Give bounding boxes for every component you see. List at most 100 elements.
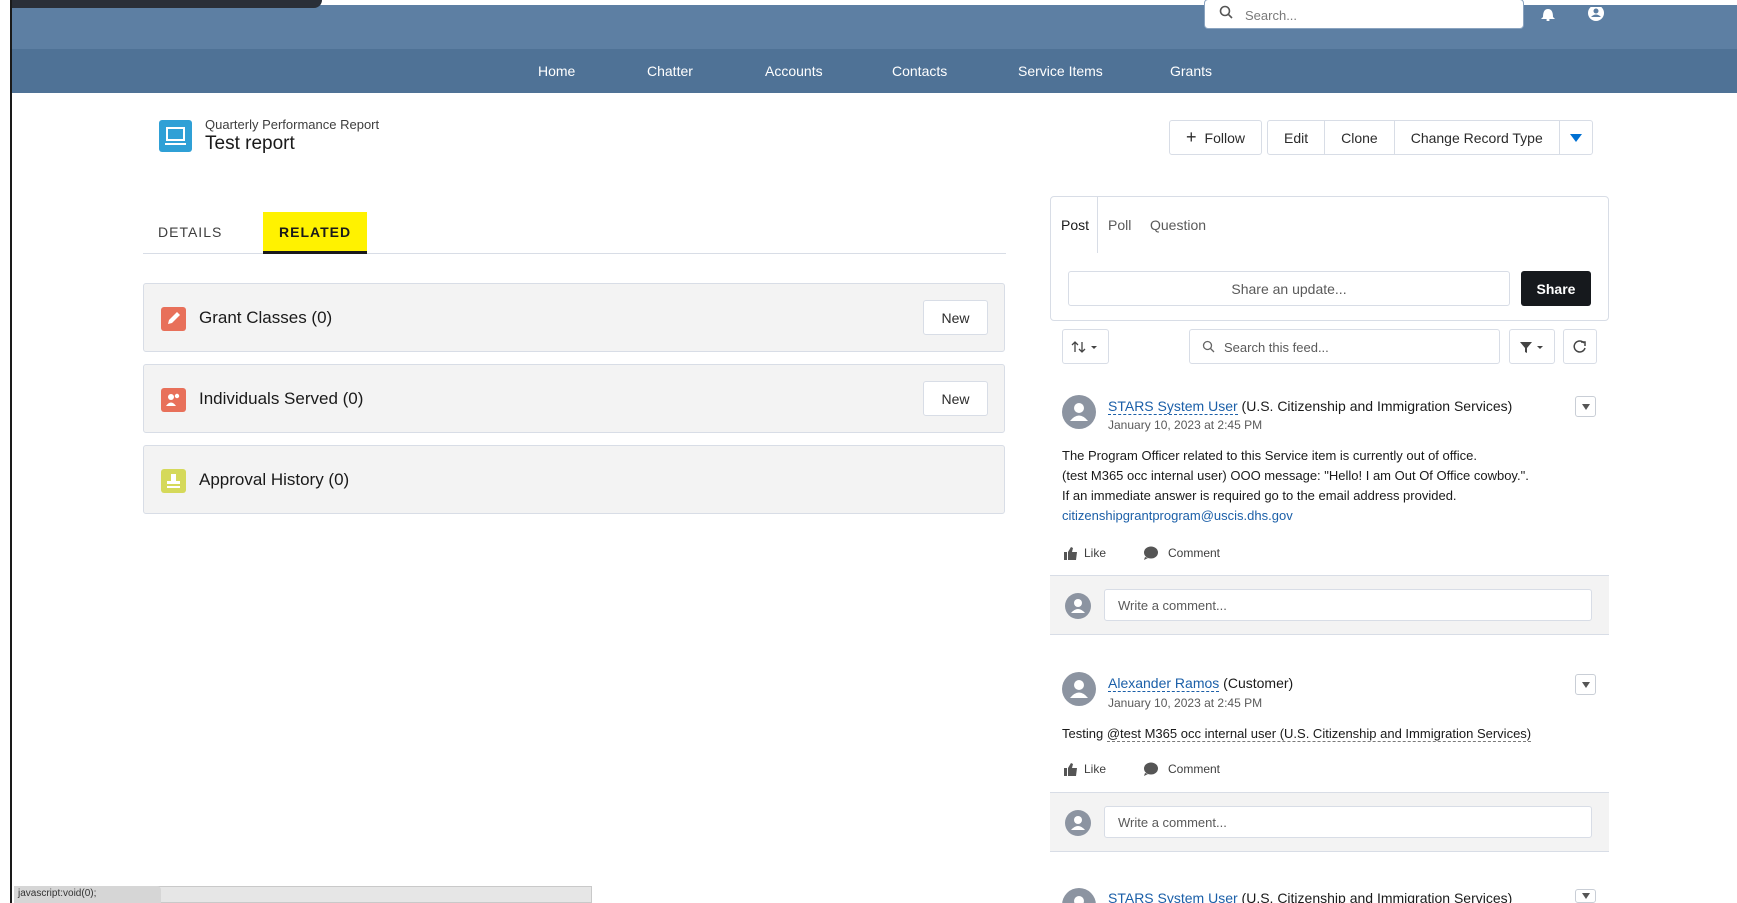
follow-label: Follow <box>1204 129 1245 146</box>
report-icon <box>159 120 192 152</box>
edit-button[interactable]: Edit <box>1266 120 1326 155</box>
chevron-down-icon <box>1581 681 1590 688</box>
nav-item-home[interactable]: Home <box>538 63 575 79</box>
post-menu-button[interactable] <box>1575 396 1596 417</box>
like-button[interactable]: Like <box>1063 762 1106 776</box>
post-body-text: Testing <box>1062 726 1104 741</box>
thumbs-up-icon <box>1064 547 1077 560</box>
avatar <box>1065 810 1091 836</box>
bell-icon[interactable] <box>1539 7 1557 25</box>
user-avatar-icon[interactable] <box>1587 5 1605 25</box>
related-list-approval-history: Approval History (0) <box>143 445 1005 514</box>
post-author-link[interactable]: STARS System User <box>1108 398 1238 415</box>
avatar <box>1065 593 1091 619</box>
post-author-link[interactable]: STARS System User <box>1108 890 1238 903</box>
thumbs-up-icon <box>1064 763 1077 776</box>
tab-post[interactable]: Post <box>1061 217 1089 233</box>
write-comment-input[interactable]: Write a comment... <box>1104 589 1592 621</box>
comment-label: Comment <box>1168 762 1221 776</box>
post-author-line: Alexander Ramos (Customer) <box>1108 675 1293 692</box>
plus-icon: + <box>1186 127 1197 147</box>
post-timestamp[interactable]: January 10, 2023 at 2:45 PM <box>1108 418 1262 432</box>
chatter-publisher: Post Poll Question Share an update... Sh… <box>1050 196 1609 321</box>
related-list-title[interactable]: Grant Classes (0) <box>199 308 332 328</box>
refresh-icon <box>1573 339 1586 353</box>
chevron-down-icon <box>1569 133 1582 142</box>
post-author-link[interactable]: Alexander Ramos <box>1108 675 1220 692</box>
search-icon <box>1202 340 1215 356</box>
chevron-down-icon <box>1581 893 1590 899</box>
filter-icon <box>1520 341 1543 353</box>
post-author-line: STARS System User (U.S. Citizenship and … <box>1108 398 1513 415</box>
post-body: The Program Officer related to this Serv… <box>1062 446 1529 526</box>
speech-bubble-icon <box>1144 546 1158 560</box>
follow-button[interactable]: + Follow <box>1169 120 1262 155</box>
post-body-line: (test M365 occ internal user) OOO messag… <box>1062 468 1529 483</box>
email-link[interactable]: citizenshipgrantprogram@uscis.dhs.gov <box>1062 506 1529 526</box>
status-url-tip: javascript:void(0); <box>14 886 161 903</box>
comment-label: Comment <box>1168 546 1221 560</box>
post-menu-button[interactable] <box>1575 889 1596 903</box>
avatar[interactable] <box>1062 672 1096 706</box>
related-list-grant-classes: Grant Classes (0) New <box>143 283 1005 352</box>
more-actions-button[interactable] <box>1558 120 1593 155</box>
record-type-label: Quarterly Performance Report <box>205 117 380 132</box>
post-body: Testing @test M365 occ internal user (U.… <box>1062 724 1532 744</box>
app-navigation: Home Chatter Accounts Contacts Service I… <box>12 49 1737 93</box>
post-body-line: The Program Officer related to this Serv… <box>1062 448 1477 463</box>
tab-details[interactable]: DETAILS <box>158 224 222 240</box>
write-comment-input[interactable]: Write a comment... <box>1104 806 1592 838</box>
nav-item-accounts[interactable]: Accounts <box>765 63 823 79</box>
comment-button[interactable]: Comment <box>1143 546 1220 560</box>
nav-item-grants[interactable]: Grants <box>1170 63 1212 79</box>
like-label: Like <box>1084 762 1107 776</box>
global-search-input[interactable]: Search... <box>1204 0 1524 29</box>
post-author-org: (U.S. Citizenship and Immigration Servic… <box>1241 890 1513 903</box>
new-individual-served-button[interactable]: New <box>923 381 988 416</box>
chevron-down-icon <box>1581 403 1590 410</box>
comment-button[interactable]: Comment <box>1143 762 1220 776</box>
post-body-line: If an immediate answer is required go to… <box>1062 488 1457 503</box>
change-record-type-button[interactable]: Change Record Type <box>1393 120 1560 155</box>
comment-area: Write a comment... <box>1050 575 1609 635</box>
global-search-placeholder: Search... <box>1245 8 1298 23</box>
tab-poll[interactable]: Poll <box>1108 217 1131 233</box>
filter-feed-button[interactable] <box>1509 329 1555 364</box>
nav-item-chatter[interactable]: Chatter <box>647 63 693 79</box>
page-title: Test report <box>205 133 295 154</box>
sort-feed-button[interactable] <box>1062 329 1109 364</box>
clone-button[interactable]: Clone <box>1324 120 1395 155</box>
speech-bubble-icon <box>1144 762 1158 776</box>
post-author-line: STARS System User (U.S. Citizenship and … <box>1108 890 1512 903</box>
related-list-title[interactable]: Approval History (0) <box>199 470 349 490</box>
search-icon <box>1219 5 1233 22</box>
sort-icon <box>1071 340 1097 353</box>
post-menu-button[interactable] <box>1575 674 1596 695</box>
divider <box>1097 197 1098 253</box>
window-left-edge <box>0 0 12 903</box>
feed-search-input[interactable]: Search this feed... <box>1189 329 1500 364</box>
avatar[interactable] <box>1062 395 1096 429</box>
feed-search-placeholder: Search this feed... <box>1224 340 1329 355</box>
share-update-input[interactable]: Share an update... <box>1068 271 1510 306</box>
comment-area: Write a comment... <box>1050 792 1609 852</box>
related-list-title[interactable]: Individuals Served (0) <box>199 389 363 409</box>
share-button[interactable]: Share <box>1521 271 1591 306</box>
nav-item-service-items[interactable]: Service Items <box>1018 63 1103 79</box>
window-title-strip <box>12 0 322 8</box>
tab-question[interactable]: Question <box>1150 217 1206 233</box>
new-grant-class-button[interactable]: New <box>923 300 988 335</box>
mention-link[interactable]: @test M365 occ internal user (U.S. Citiz… <box>1106 726 1532 742</box>
avatar[interactable] <box>1062 888 1096 903</box>
record-actions: + Follow Edit Clone Change Record Type <box>1169 120 1593 155</box>
people-icon <box>161 388 186 412</box>
post-timestamp[interactable]: January 10, 2023 at 2:45 PM <box>1108 696 1262 710</box>
refresh-feed-button[interactable] <box>1563 329 1597 364</box>
like-label: Like <box>1084 546 1107 560</box>
pencil-icon <box>161 307 186 331</box>
related-list-individuals-served: Individuals Served (0) New <box>143 364 1005 433</box>
nav-item-contacts[interactable]: Contacts <box>892 63 947 79</box>
post-author-org: (U.S. Citizenship and Immigration Servic… <box>1241 398 1513 414</box>
tab-related[interactable]: RELATED <box>263 212 368 254</box>
like-button[interactable]: Like <box>1063 546 1106 560</box>
